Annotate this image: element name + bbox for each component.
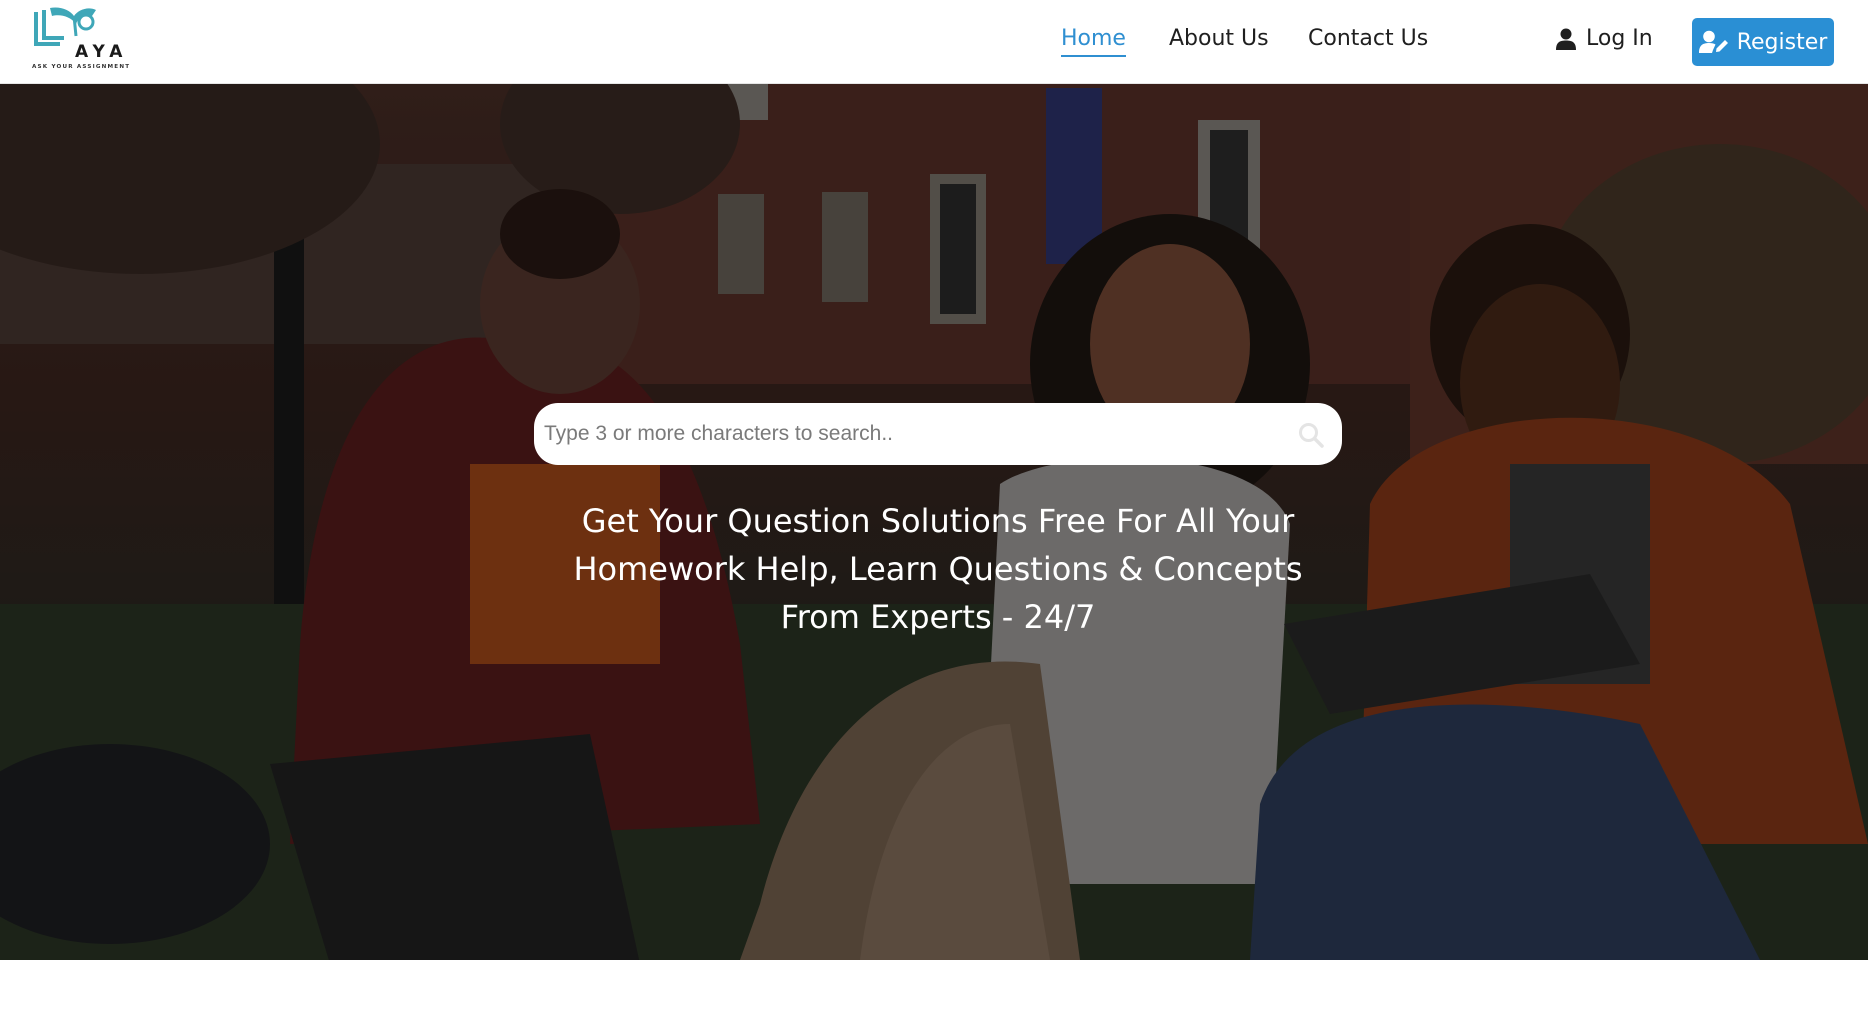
hero-headline: Get Your Question Solutions Free For All… — [534, 497, 1342, 641]
logo-wordmark: AYA — [75, 42, 129, 62]
hero-headline-line-3: From Experts - 24/7 — [780, 598, 1096, 636]
search-bar — [534, 403, 1342, 465]
login-link[interactable]: Log In — [1556, 26, 1653, 51]
search-input[interactable] — [544, 414, 1284, 454]
nav-home-link[interactable]: Home — [1061, 26, 1126, 57]
hero-banner: Get Your Question Solutions Free For All… — [0, 84, 1868, 960]
login-label: Log In — [1586, 26, 1653, 51]
user-edit-icon — [1698, 30, 1728, 53]
nav-about-link[interactable]: About Us — [1169, 26, 1269, 55]
brand-logo[interactable]: AYA ASK YOUR ASSIGNMENT — [30, 6, 140, 74]
hero-headline-line-1: Get Your Question Solutions Free For All… — [581, 502, 1295, 540]
logo-tagline: ASK YOUR ASSIGNMENT — [32, 64, 131, 70]
search-icon[interactable] — [1298, 422, 1324, 448]
hero-headline-line-2: Homework Help, Learn Questions & Concept… — [573, 550, 1303, 588]
register-label: Register — [1736, 29, 1828, 55]
register-button[interactable]: Register — [1692, 18, 1834, 66]
nav-contact-link[interactable]: Contact Us — [1308, 26, 1428, 55]
top-navbar: AYA ASK YOUR ASSIGNMENT Home About Us Co… — [0, 0, 1868, 84]
user-icon — [1556, 28, 1576, 50]
